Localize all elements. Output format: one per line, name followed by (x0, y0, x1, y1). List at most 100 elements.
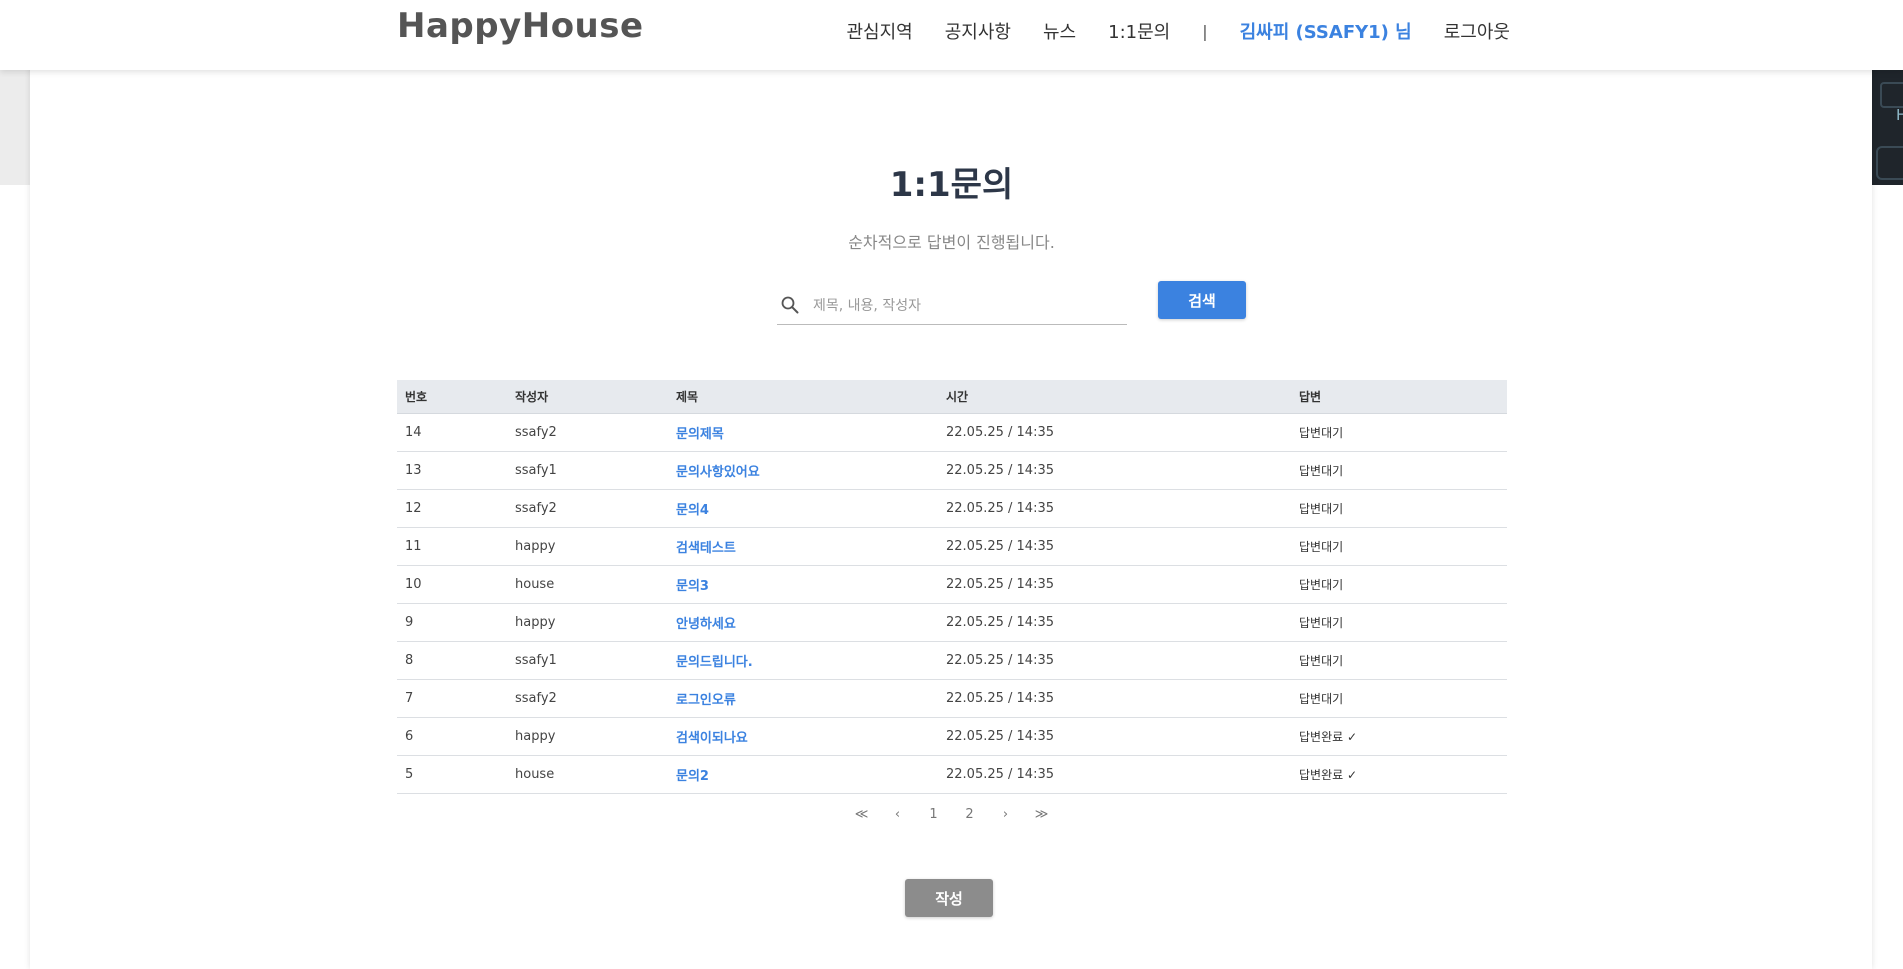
table-row: 7 ssafy2 로그인오류 22.05.25 / 14:35 답변대기 (397, 679, 1507, 718)
table-row: 14 ssafy2 문의제목 22.05.25 / 14:35 답변대기 (397, 413, 1507, 452)
table-row: 5 house 문의2 22.05.25 / 14:35 답변완료 ✓ (397, 755, 1507, 794)
row-author: ssafy1 (507, 641, 668, 680)
background-letter: H (1896, 106, 1903, 124)
row-number: 13 (397, 451, 507, 490)
row-title-cell: 문의제목 (668, 413, 938, 452)
column-header-time: 시간 (938, 380, 1291, 414)
row-title-cell: 로그인오류 (668, 679, 938, 718)
table-row: 12 ssafy2 문의4 22.05.25 / 14:35 답변대기 (397, 489, 1507, 528)
row-number: 10 (397, 565, 507, 604)
row-number: 6 (397, 717, 507, 756)
nav-item-interest-area[interactable]: 관심지역 (847, 18, 913, 44)
pagination-first-button[interactable]: ≪ (844, 807, 880, 822)
row-number: 14 (397, 413, 507, 452)
row-author: happy (507, 603, 668, 642)
pagination-next-button[interactable]: › (988, 807, 1024, 822)
row-time: 22.05.25 / 14:35 (938, 641, 1291, 680)
nav-item-qna[interactable]: 1:1문의 (1108, 18, 1170, 44)
table-header-row: 번호 작성자 제목 시간 답변 (397, 380, 1507, 414)
pagination-page-2[interactable]: 2 (952, 807, 988, 822)
search-button[interactable]: 검색 (1158, 281, 1246, 319)
nav-item-notice[interactable]: 공지사항 (945, 18, 1011, 44)
table-row: 9 happy 안녕하세요 22.05.25 / 14:35 답변대기 (397, 603, 1507, 642)
row-number: 9 (397, 603, 507, 642)
row-time: 22.05.25 / 14:35 (938, 489, 1291, 528)
column-header-number: 번호 (397, 380, 507, 414)
nav-item-logout[interactable]: 로그아웃 (1444, 18, 1510, 44)
row-title-cell: 검색이되나요 (668, 717, 938, 756)
row-author: house (507, 755, 668, 794)
top-navbar: HappyHouse 관심지역 공지사항 뉴스 1:1문의 | 김싸피 (SSA… (0, 0, 1903, 70)
table-row: 10 house 문의3 22.05.25 / 14:35 답변대기 (397, 565, 1507, 604)
table-row: 11 happy 검색테스트 22.05.25 / 14:35 답변대기 (397, 527, 1507, 566)
row-answer-status: 답변대기 (1291, 603, 1507, 642)
row-title-cell: 문의사항있어요 (668, 451, 938, 490)
row-title-link[interactable]: 검색테스트 (676, 541, 736, 556)
pagination: ≪ ‹ 1 2 › ≫ (0, 807, 1903, 822)
row-time: 22.05.25 / 14:35 (938, 755, 1291, 794)
row-answer-status: 답변완료 ✓ (1291, 717, 1507, 756)
search-icon (781, 296, 799, 314)
row-title-link[interactable]: 검색이되나요 (676, 731, 748, 746)
row-author: ssafy1 (507, 451, 668, 490)
search-input[interactable] (811, 292, 1115, 320)
row-author: house (507, 565, 668, 604)
table-row: 8 ssafy1 문의드립니다. 22.05.25 / 14:35 답변대기 (397, 641, 1507, 680)
table-row: 6 happy 검색이되나요 22.05.25 / 14:35 답변완료 ✓ (397, 717, 1507, 756)
row-title-link[interactable]: 문의2 (676, 769, 709, 784)
nav-separator: | (1202, 21, 1208, 41)
row-author: happy (507, 527, 668, 566)
row-title-cell: 검색테스트 (668, 527, 938, 566)
row-number: 7 (397, 679, 507, 718)
row-number: 11 (397, 527, 507, 566)
row-answer-status: 답변대기 (1291, 413, 1507, 452)
row-title-link[interactable]: 로그인오류 (676, 693, 736, 708)
row-answer-status: 답변대기 (1291, 679, 1507, 718)
brand-logo[interactable]: HappyHouse (397, 6, 644, 46)
row-time: 22.05.25 / 14:35 (938, 565, 1291, 604)
nav-user-name[interactable]: 김싸피 (SSAFY1) 님 (1240, 18, 1412, 44)
pagination-prev-button[interactable]: ‹ (880, 807, 916, 822)
row-answer-status: 답변대기 (1291, 565, 1507, 604)
row-author: happy (507, 717, 668, 756)
row-title-link[interactable]: 문의제목 (676, 427, 724, 442)
qna-table: 번호 작성자 제목 시간 답변 14 ssafy2 문의제목 22.05.25 / 1… (397, 380, 1507, 794)
row-title-cell: 문의3 (668, 565, 938, 604)
row-time: 22.05.25 / 14:35 (938, 413, 1291, 452)
row-author: ssafy2 (507, 413, 668, 452)
write-button[interactable]: 작성 (905, 879, 993, 917)
row-title-link[interactable]: 문의3 (676, 579, 709, 594)
row-title-cell: 안녕하세요 (668, 603, 938, 642)
page-title: 1:1문의 (889, 165, 1014, 205)
page-subtitle: 순차적으로 답변이 진행됩니다. (848, 233, 1055, 252)
row-answer-status: 답변완료 ✓ (1291, 755, 1507, 794)
row-answer-status: 답변대기 (1291, 489, 1507, 528)
pagination-page-1[interactable]: 1 (916, 807, 952, 822)
row-author: ssafy2 (507, 679, 668, 718)
row-time: 22.05.25 / 14:35 (938, 527, 1291, 566)
row-number: 12 (397, 489, 507, 528)
row-time: 22.05.25 / 14:35 (938, 679, 1291, 718)
row-time: 22.05.25 / 14:35 (938, 451, 1291, 490)
nav-item-news[interactable]: 뉴스 (1043, 18, 1076, 44)
background-decoration (1880, 82, 1903, 108)
row-title-link[interactable]: 문의드립니다. (676, 655, 753, 670)
pagination-last-button[interactable]: ≫ (1024, 807, 1060, 822)
main-nav: 관심지역 공지사항 뉴스 1:1문의 | 김싸피 (SSAFY1) 님 로그아웃 (815, 18, 1511, 44)
column-header-title: 제목 (668, 380, 938, 414)
row-title-link[interactable]: 안녕하세요 (676, 617, 736, 632)
row-answer-status: 답변대기 (1291, 451, 1507, 490)
table-row: 13 ssafy1 문의사항있어요 22.05.25 / 14:35 답변대기 (397, 451, 1507, 490)
column-header-answer: 답변 (1291, 380, 1507, 414)
row-title-link[interactable]: 문의4 (676, 503, 709, 518)
row-answer-status: 답변대기 (1291, 527, 1507, 566)
row-title-cell: 문의4 (668, 489, 938, 528)
row-time: 22.05.25 / 14:35 (938, 717, 1291, 756)
search-box (777, 288, 1127, 325)
row-title-cell: 문의2 (668, 755, 938, 794)
row-title-cell: 문의드립니다. (668, 641, 938, 680)
column-header-author: 작성자 (507, 380, 668, 414)
row-number: 5 (397, 755, 507, 794)
row-time: 22.05.25 / 14:35 (938, 603, 1291, 642)
row-title-link[interactable]: 문의사항있어요 (676, 465, 760, 480)
